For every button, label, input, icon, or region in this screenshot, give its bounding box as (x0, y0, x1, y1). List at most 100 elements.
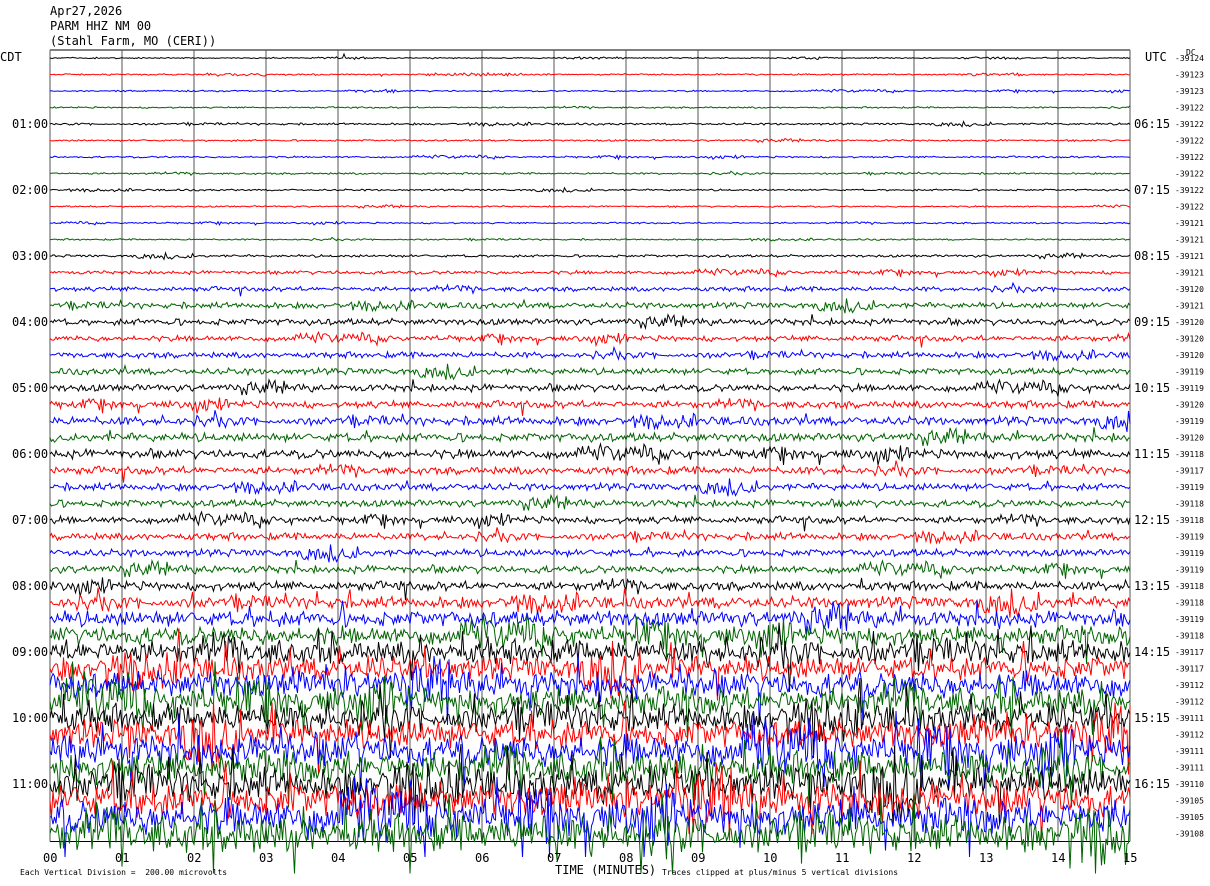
x-axis-title: TIME (MINUTES) (555, 863, 657, 877)
trace-line (49, 793, 1131, 874)
trace-line (49, 88, 1131, 95)
x-tick-label: 01 (115, 851, 129, 865)
trace-line (49, 186, 1131, 194)
right-time-label: 06:15 (1134, 117, 1170, 131)
dc-offset-label: -39119 (1175, 368, 1204, 377)
left-time-label: 10:00 (12, 711, 48, 725)
x-tick-label: 03 (259, 851, 273, 865)
trace-line (49, 170, 1131, 176)
dc-offset-label: -39118 (1175, 632, 1204, 641)
dc-offset-label: -39119 (1175, 483, 1204, 492)
dc-offset-label: -39122 (1175, 104, 1204, 113)
dc-offset-label: -39120 (1175, 318, 1204, 327)
dc-offset-label: -39124 (1175, 54, 1204, 63)
right-time-label: 08:15 (1134, 249, 1170, 263)
right-time-label: 14:15 (1134, 645, 1170, 659)
dc-offset-label: -39121 (1175, 219, 1204, 228)
trace-group (49, 52, 1131, 874)
x-tick-label: 13 (979, 851, 993, 865)
trace-line (49, 330, 1131, 348)
trace-line (49, 410, 1131, 433)
left-time-label: 08:00 (12, 579, 48, 593)
dc-offset-label: -39108 (1175, 830, 1204, 839)
dc-offset-label: -39119 (1175, 615, 1204, 624)
dc-offset-label: -39119 (1175, 533, 1204, 542)
dc-offset-label: -39119 (1175, 549, 1204, 558)
x-tick-label: 09 (691, 851, 705, 865)
dc-offset-label: -39120 (1175, 351, 1204, 360)
dc-offset-label: -39123 (1175, 71, 1204, 80)
x-tick-label: 15 (1123, 851, 1137, 865)
dc-offset-label: -39122 (1175, 137, 1204, 146)
trace-line (49, 204, 1131, 209)
trace-line (49, 154, 1131, 161)
dc-offset-label: -39121 (1175, 302, 1204, 311)
dc-offset-label: -39120 (1175, 434, 1204, 443)
trace-line (49, 52, 1131, 61)
x-tick-label: 04 (331, 851, 345, 865)
dc-offset-label: -39118 (1175, 516, 1204, 525)
x-tick-label: 12 (907, 851, 921, 865)
dc-offset-label: -39119 (1175, 417, 1204, 426)
right-time-label: 07:15 (1134, 183, 1170, 197)
dc-offset-label: -39111 (1175, 764, 1204, 773)
right-time-label: 11:15 (1134, 447, 1170, 461)
x-tick-label: 00 (43, 851, 57, 865)
trace-line (49, 267, 1131, 279)
left-time-label: 01:00 (12, 117, 48, 131)
trace-line (49, 558, 1131, 579)
dc-offset-label: -39120 (1175, 335, 1204, 344)
left-time-label: 06:00 (12, 447, 48, 461)
x-tick-label: 11 (835, 851, 849, 865)
dc-offset-label: -39122 (1175, 120, 1204, 129)
trace-line (49, 493, 1131, 511)
trace-line (49, 544, 1131, 563)
trace-line (49, 527, 1131, 545)
dc-offset-label: -39123 (1175, 87, 1204, 96)
dc-offset-label: -39110 (1175, 780, 1204, 789)
dc-offset-label: -39121 (1175, 252, 1204, 261)
dc-offset-label: -39118 (1175, 450, 1204, 459)
trace-line (49, 577, 1131, 601)
dc-offset-label: -39121 (1175, 269, 1204, 278)
trace-line (49, 510, 1131, 532)
dc-offset-label: -39121 (1175, 236, 1204, 245)
seismogram-plot: 01:00 02:00 03:00 04:00 05:00 06:00 07:00 08:00… (12, 49, 1204, 874)
dc-offset-label: -39122 (1175, 203, 1204, 212)
trace-line (49, 236, 1131, 242)
dc-offset-label: -39122 (1175, 153, 1204, 162)
trace-line (49, 587, 1131, 619)
dc-offset-label: -39122 (1175, 170, 1204, 179)
trace-line (49, 298, 1131, 314)
right-time-label: 16:15 (1134, 777, 1170, 791)
dc-offset-label: -39117 (1175, 467, 1204, 476)
scale-note: Each Vertical Division = 200.00 microvol… (20, 868, 228, 877)
right-time-label: 09:15 (1134, 315, 1170, 329)
dc-offset-label: -39105 (1175, 813, 1204, 822)
dc-offset-label: -39112 (1175, 731, 1204, 740)
trace-line (49, 397, 1131, 416)
trace-line (49, 345, 1131, 362)
dc-offset-labels: -39124 -39123 -39123 -39122 -39122 -39122 -391… (1175, 54, 1204, 839)
dc-offset-label: -39119 (1175, 566, 1204, 575)
dc-offset-label: -39112 (1175, 698, 1204, 707)
trace-line (49, 661, 1131, 742)
trace-line (49, 71, 1131, 78)
trace-line (49, 478, 1131, 497)
trace-line (49, 120, 1131, 128)
clip-note: Traces clipped at plus/minus 5 vertical … (662, 868, 899, 877)
right-time-label: 13:15 (1134, 579, 1170, 593)
right-time-label: 15:15 (1134, 711, 1170, 725)
trace-line (49, 251, 1131, 261)
left-time-label: 05:00 (12, 381, 48, 395)
trace-line (49, 427, 1131, 447)
x-tick-label: 05 (403, 851, 417, 865)
right-time-label: 12:15 (1134, 513, 1170, 527)
trace-line (49, 460, 1131, 483)
trace-line (49, 378, 1131, 397)
trace-line (49, 137, 1131, 144)
dc-offset-label: -39118 (1175, 599, 1204, 608)
left-time-label: 09:00 (12, 645, 48, 659)
dc-offset-label: -39105 (1175, 797, 1204, 806)
trace-line (49, 363, 1131, 381)
